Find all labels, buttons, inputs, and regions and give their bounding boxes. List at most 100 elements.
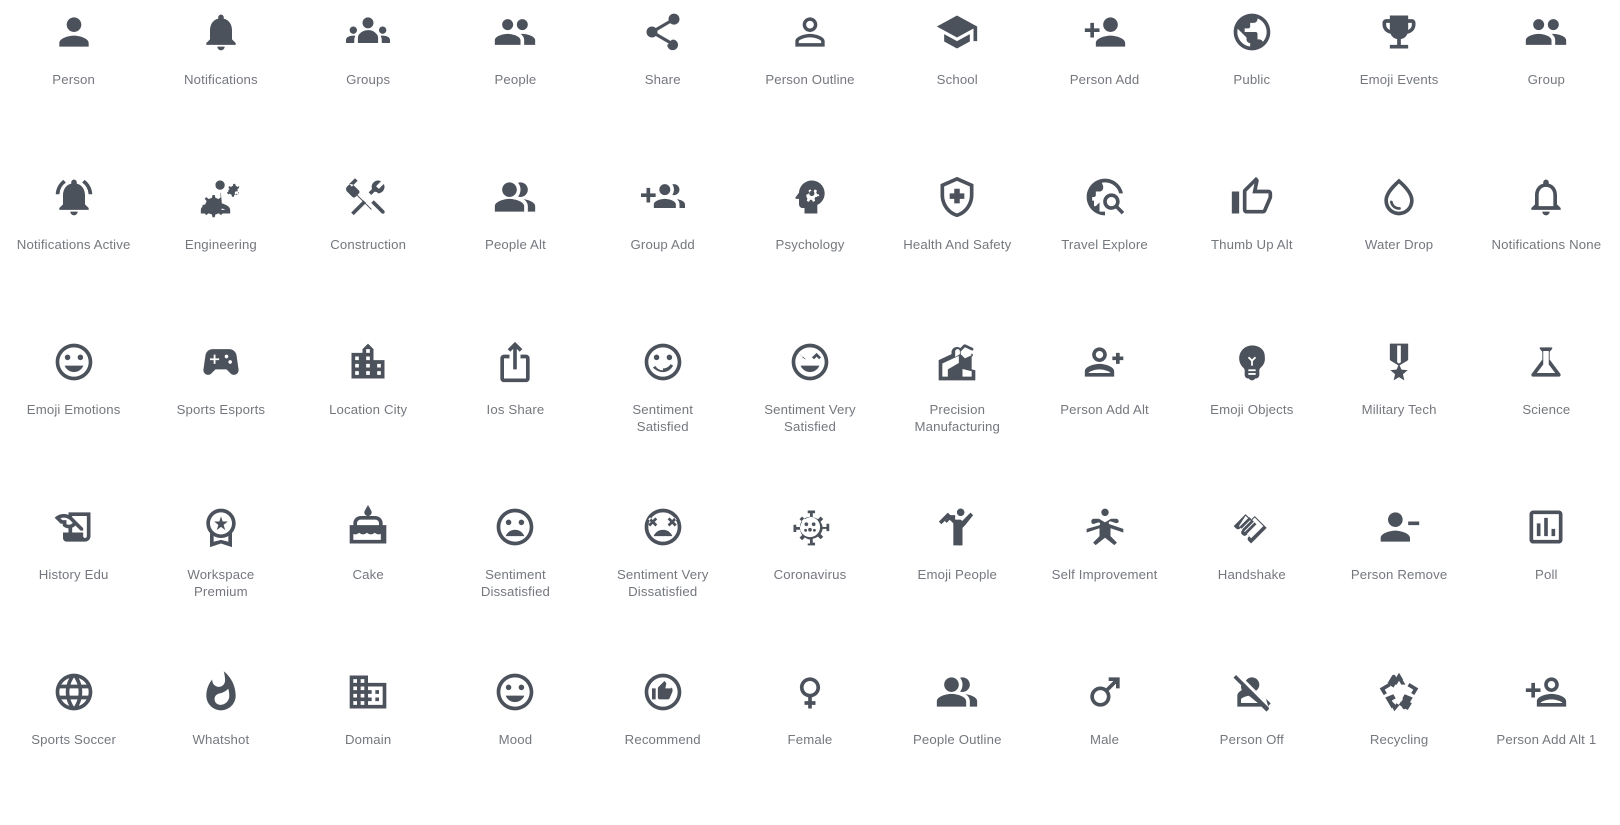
icon-cell[interactable]: Ios Share bbox=[442, 330, 589, 495]
icon-cell[interactable]: Recommend bbox=[589, 660, 736, 825]
female-icon[interactable] bbox=[786, 668, 834, 716]
thumb-up-alt-icon[interactable] bbox=[1228, 173, 1276, 221]
icon-cell[interactable]: Location City bbox=[295, 330, 442, 495]
icon-cell[interactable]: Public bbox=[1178, 0, 1325, 165]
icon-cell[interactable]: Group Add bbox=[589, 165, 736, 330]
people-icon[interactable] bbox=[491, 8, 539, 56]
emoji-objects-icon[interactable] bbox=[1228, 338, 1276, 386]
notifications-icon[interactable] bbox=[197, 8, 245, 56]
military-tech-icon[interactable] bbox=[1375, 338, 1423, 386]
history-edu-icon[interactable] bbox=[50, 503, 98, 551]
person-remove-icon[interactable] bbox=[1375, 503, 1423, 551]
school-icon[interactable] bbox=[933, 8, 981, 56]
groups-icon[interactable] bbox=[344, 8, 392, 56]
icon-cell[interactable]: Travel Explore bbox=[1031, 165, 1178, 330]
icon-cell[interactable]: Share bbox=[589, 0, 736, 165]
handshake-icon[interactable] bbox=[1228, 503, 1276, 551]
notifications-none-icon[interactable] bbox=[1522, 173, 1570, 221]
recycling-icon[interactable] bbox=[1375, 668, 1423, 716]
people-alt-icon[interactable] bbox=[491, 173, 539, 221]
travel-explore-icon[interactable] bbox=[1081, 173, 1129, 221]
icon-cell[interactable]: Water Drop bbox=[1325, 165, 1472, 330]
icon-cell[interactable]: Psychology bbox=[736, 165, 883, 330]
icon-cell[interactable]: Female bbox=[736, 660, 883, 825]
icon-cell[interactable]: Notifications bbox=[147, 0, 294, 165]
icon-cell[interactable]: Sports Esports bbox=[147, 330, 294, 495]
icon-cell[interactable]: Person Outline bbox=[736, 0, 883, 165]
icon-cell[interactable]: Person Add bbox=[1031, 0, 1178, 165]
recommend-icon[interactable] bbox=[639, 668, 687, 716]
icon-cell[interactable]: Emoji People bbox=[884, 495, 1031, 660]
water-drop-icon[interactable] bbox=[1375, 173, 1423, 221]
construction-icon[interactable] bbox=[344, 173, 392, 221]
whatshot-icon[interactable] bbox=[197, 668, 245, 716]
icon-cell[interactable]: Whatshot bbox=[147, 660, 294, 825]
person-off-icon[interactable] bbox=[1228, 668, 1276, 716]
icon-cell[interactable]: Emoji Events bbox=[1325, 0, 1472, 165]
icon-cell[interactable]: History Edu bbox=[0, 495, 147, 660]
psychology-icon[interactable] bbox=[786, 173, 834, 221]
icon-cell[interactable]: Thumb Up Alt bbox=[1178, 165, 1325, 330]
icon-cell[interactable]: Person bbox=[0, 0, 147, 165]
icon-cell[interactable]: Cake bbox=[295, 495, 442, 660]
icon-cell[interactable]: Coronavirus bbox=[736, 495, 883, 660]
person-outline-icon[interactable] bbox=[786, 8, 834, 56]
coronavirus-icon[interactable] bbox=[786, 503, 834, 551]
icon-cell[interactable]: Notifications None bbox=[1473, 165, 1620, 330]
cake-icon[interactable] bbox=[344, 503, 392, 551]
icon-cell[interactable]: Sports Soccer bbox=[0, 660, 147, 825]
icon-cell[interactable]: Precision Manufacturing bbox=[884, 330, 1031, 495]
sentiment-very-dissatisfied-icon[interactable] bbox=[639, 503, 687, 551]
person-add-alt-1-icon[interactable] bbox=[1522, 668, 1570, 716]
icon-cell[interactable]: Emoji Objects bbox=[1178, 330, 1325, 495]
icon-cell[interactable]: Person Add Alt 1 bbox=[1473, 660, 1620, 825]
sports-esports-icon[interactable] bbox=[197, 338, 245, 386]
icon-cell[interactable]: Sentiment Very Dissatisfied bbox=[589, 495, 736, 660]
self-improvement-icon[interactable] bbox=[1081, 503, 1129, 551]
icon-cell[interactable]: Construction bbox=[295, 165, 442, 330]
icon-cell[interactable]: Notifications Active bbox=[0, 165, 147, 330]
poll-icon[interactable] bbox=[1522, 503, 1570, 551]
ios-share-icon[interactable] bbox=[491, 338, 539, 386]
icon-cell[interactable]: Recycling bbox=[1325, 660, 1472, 825]
emoji-emotions-icon[interactable] bbox=[50, 338, 98, 386]
icon-cell[interactable]: Military Tech bbox=[1325, 330, 1472, 495]
icon-cell[interactable]: Workspace Premium bbox=[147, 495, 294, 660]
icon-cell[interactable]: Sentiment Satisfied bbox=[589, 330, 736, 495]
group-icon[interactable] bbox=[1522, 8, 1570, 56]
sports-soccer-icon[interactable] bbox=[50, 668, 98, 716]
icon-cell[interactable]: Engineering bbox=[147, 165, 294, 330]
health-and-safety-icon[interactable] bbox=[933, 173, 981, 221]
person-icon[interactable] bbox=[50, 8, 98, 56]
engineering-icon[interactable] bbox=[197, 173, 245, 221]
public-icon[interactable] bbox=[1228, 8, 1276, 56]
emoji-events-icon[interactable] bbox=[1375, 8, 1423, 56]
icon-cell[interactable]: Group bbox=[1473, 0, 1620, 165]
mood-icon[interactable] bbox=[491, 668, 539, 716]
domain-icon[interactable] bbox=[344, 668, 392, 716]
icon-cell[interactable]: Groups bbox=[295, 0, 442, 165]
icon-cell[interactable]: Male bbox=[1031, 660, 1178, 825]
emoji-people-icon[interactable] bbox=[933, 503, 981, 551]
icon-cell[interactable]: Self Improvement bbox=[1031, 495, 1178, 660]
workspace-premium-icon[interactable] bbox=[197, 503, 245, 551]
icon-cell[interactable]: Sentiment Very Satisfied bbox=[736, 330, 883, 495]
icon-cell[interactable]: Health And Safety bbox=[884, 165, 1031, 330]
icon-cell[interactable]: People Outline bbox=[884, 660, 1031, 825]
icon-cell[interactable]: Emoji Emotions bbox=[0, 330, 147, 495]
science-icon[interactable] bbox=[1522, 338, 1570, 386]
icon-cell[interactable]: Person Remove bbox=[1325, 495, 1472, 660]
sentiment-satisfied-icon[interactable] bbox=[639, 338, 687, 386]
icon-cell[interactable]: School bbox=[884, 0, 1031, 165]
icon-cell[interactable]: Science bbox=[1473, 330, 1620, 495]
icon-cell[interactable]: Domain bbox=[295, 660, 442, 825]
icon-cell[interactable]: Mood bbox=[442, 660, 589, 825]
icon-cell[interactable]: Poll bbox=[1473, 495, 1620, 660]
people-outline-icon[interactable] bbox=[933, 668, 981, 716]
icon-cell[interactable]: Handshake bbox=[1178, 495, 1325, 660]
icon-cell[interactable]: Person Off bbox=[1178, 660, 1325, 825]
sentiment-very-satisfied-icon[interactable] bbox=[786, 338, 834, 386]
person-add-alt-icon[interactable] bbox=[1081, 338, 1129, 386]
location-city-icon[interactable] bbox=[344, 338, 392, 386]
sentiment-dissatisfied-icon[interactable] bbox=[491, 503, 539, 551]
